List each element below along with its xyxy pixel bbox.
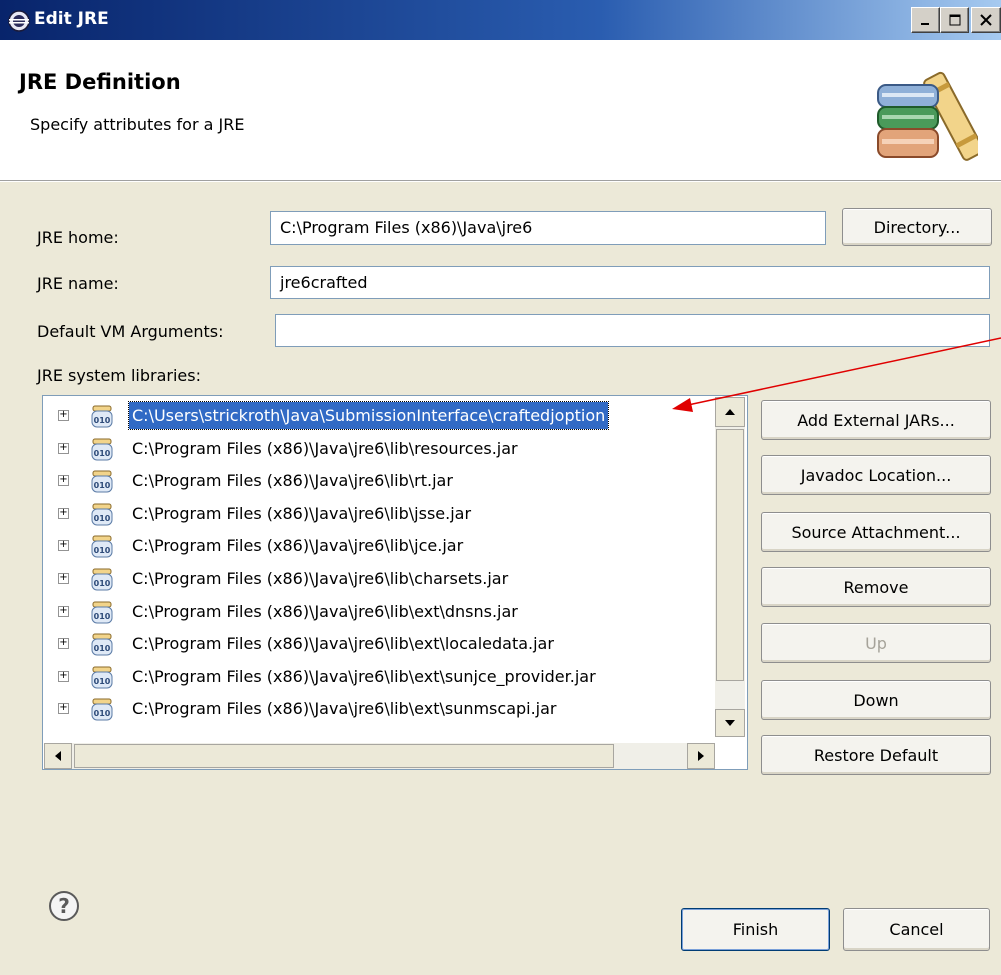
add-external-jars-button[interactable]: Add External JARs... (761, 400, 991, 440)
arrow-right-icon (698, 751, 704, 761)
vm-args-label: Default VM Arguments: (37, 322, 224, 341)
maximize-icon (949, 14, 960, 26)
expand-icon[interactable]: + (58, 507, 69, 519)
library-row[interactable]: +010 C:\Program Files (x86)\Java\jre6\lib… (43, 497, 723, 530)
expand-icon[interactable]: + (58, 442, 69, 454)
cancel-button[interactable]: Cancel (843, 908, 990, 951)
expand-icon[interactable]: + (58, 475, 69, 487)
restore-default-button[interactable]: Restore Default (761, 735, 991, 775)
library-path: C:\Program Files (x86)\Java\jre6\lib\cha… (132, 569, 509, 588)
library-path: C:\Program Files (x86)\Java\jre6\lib\ext… (132, 634, 554, 654)
jar-file-icon: 010 (90, 437, 114, 461)
eclipse-app-icon (8, 10, 30, 32)
close-button[interactable] (971, 7, 1001, 33)
jar-file-icon: 010 (90, 502, 114, 526)
scroll-left-arrow[interactable] (44, 743, 72, 769)
library-row[interactable]: +010 C:\Program Files (x86)\Java\jre6\lib… (43, 692, 723, 725)
jar-file-icon: 010 (90, 600, 114, 624)
svg-text:010: 010 (94, 546, 111, 555)
library-row[interactable]: +010 C:\Program Files (x86)\Java\jre6\lib… (43, 562, 723, 595)
arrow-down-icon (725, 720, 735, 726)
library-row[interactable]: +010 C:\Program Files (x86)\Java\jre6\lib… (43, 595, 723, 628)
vertical-scroll-thumb[interactable] (716, 429, 744, 681)
library-path: C:\Program Files (x86)\Java\jre6\lib\ext… (132, 601, 518, 621)
expand-icon[interactable]: + (58, 410, 69, 421)
scroll-up-arrow[interactable] (715, 397, 745, 427)
jar-file-icon: 010 (90, 665, 114, 689)
scroll-down-arrow[interactable] (715, 709, 745, 737)
remove-button[interactable]: Remove (761, 567, 991, 607)
svg-text:010: 010 (94, 644, 111, 653)
help-icon[interactable]: ? (48, 890, 80, 922)
library-row[interactable]: +010 C:\Program Files (x86)\Java\jre6\lib… (43, 464, 723, 497)
library-path: C:\Program Files (x86)\Java\jre6\lib\rt.… (132, 471, 453, 491)
svg-text:010: 010 (94, 709, 111, 718)
jar-file-icon: 010 (90, 567, 114, 591)
jre-home-label: JRE home: (37, 228, 119, 247)
arrow-up-icon (725, 409, 735, 415)
library-path: C:\Program Files (x86)\Java\jre6\lib\jss… (132, 503, 472, 523)
horizontal-scrollbar[interactable] (44, 743, 715, 769)
jar-file-icon: 010 (90, 404, 114, 428)
svg-text:010: 010 (94, 416, 111, 425)
svg-text:010: 010 (94, 514, 111, 523)
library-path: C:\Program Files (x86)\Java\jre6\lib\res… (132, 438, 518, 458)
svg-text:010: 010 (94, 481, 111, 490)
vm-args-input[interactable] (275, 314, 990, 347)
library-path: C:\Program Files (x86)\Java\jre6\lib\ext… (132, 666, 596, 686)
close-icon (980, 14, 992, 26)
libraries-tree[interactable]: +010 C:\Users\strickroth\Java\SubmissionI… (42, 395, 748, 770)
library-row[interactable]: +010 C:\Program Files (x86)\Java\jre6\lib… (43, 432, 723, 465)
header-title: JRE Definition (19, 70, 181, 94)
window-title: Edit JRE (34, 9, 109, 29)
minimize-icon (920, 23, 929, 25)
libraries-label: JRE system libraries: (37, 366, 201, 385)
svg-text:?: ? (58, 894, 70, 918)
expand-icon[interactable]: + (58, 670, 69, 682)
expand-icon[interactable]: + (58, 540, 69, 552)
directory-button[interactable]: Directory... (842, 208, 992, 246)
down-button[interactable]: Down (761, 680, 991, 720)
jar-file-icon: 010 (90, 632, 114, 656)
horizontal-scroll-thumb[interactable] (74, 744, 614, 768)
javadoc-location-button[interactable]: Javadoc Location... (761, 455, 991, 495)
jre-name-input[interactable]: jre6crafted (270, 266, 990, 299)
svg-text:010: 010 (94, 677, 111, 686)
expand-icon[interactable]: + (58, 703, 69, 715)
finish-button[interactable]: Finish (681, 908, 830, 951)
title-bar[interactable]: Edit JRE (0, 0, 1001, 40)
expand-icon[interactable]: + (58, 605, 69, 617)
maximize-button[interactable] (940, 7, 969, 33)
svg-text:010: 010 (94, 449, 111, 458)
jar-file-icon: 010 (90, 534, 114, 558)
library-row[interactable]: +010 C:\Users\strickroth\Java\SubmissionI… (43, 399, 723, 432)
minimize-button[interactable] (911, 7, 940, 33)
source-attachment-button[interactable]: Source Attachment... (761, 512, 991, 552)
library-path: C:\Program Files (x86)\Java\jre6\lib\ext… (132, 699, 557, 719)
svg-text:010: 010 (94, 612, 111, 621)
expand-icon[interactable]: + (58, 638, 69, 650)
header-subtitle: Specify attributes for a JRE (30, 115, 245, 134)
library-row[interactable]: +010 C:\Program Files (x86)\Java\jre6\lib… (43, 627, 723, 660)
jar-file-icon: 010 (90, 469, 114, 493)
arrow-left-icon (55, 751, 61, 761)
jar-file-icon: 010 (90, 697, 114, 721)
library-row[interactable]: +010 C:\Program Files (x86)\Java\jre6\lib… (43, 660, 723, 693)
up-button[interactable]: Up (761, 623, 991, 663)
library-path: C:\Users\strickroth\Java\SubmissionInter… (127, 401, 610, 430)
dialog-header (0, 40, 1001, 180)
expand-icon[interactable]: + (58, 573, 69, 584)
svg-text:010: 010 (94, 579, 111, 588)
library-row[interactable]: +010 C:\Program Files (x86)\Java\jre6\lib… (43, 529, 723, 562)
library-path: C:\Program Files (x86)\Java\jre6\lib\jce… (132, 536, 464, 556)
vertical-scrollbar[interactable] (715, 397, 745, 737)
jre-books-icon (877, 71, 978, 161)
scroll-right-arrow[interactable] (687, 743, 715, 769)
jre-home-input[interactable]: C:\Program Files (x86)\Java\jre6 (270, 211, 826, 245)
jre-name-label: JRE name: (37, 274, 119, 293)
